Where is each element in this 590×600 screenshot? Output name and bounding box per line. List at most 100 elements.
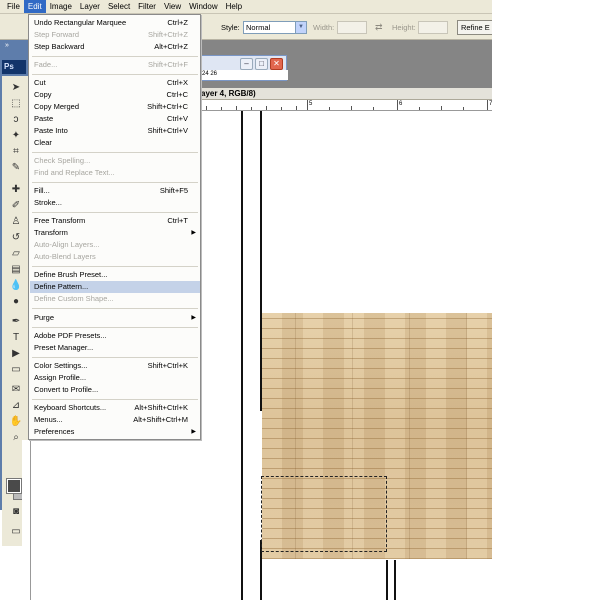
menu-item-color-settings[interactable]: Color Settings... Shift+Ctrl+K bbox=[30, 360, 200, 372]
zoom-tool-icon[interactable]: ⌕ bbox=[9, 432, 23, 444]
menu-separator bbox=[32, 357, 198, 358]
menu-item-find-replace[interactable]: Find and Replace Text... bbox=[30, 167, 200, 179]
menu-item-copy-merged[interactable]: Copy Merged Shift+Ctrl+C bbox=[30, 101, 200, 113]
quick-mask-icon[interactable]: ◙ bbox=[9, 506, 23, 518]
menu-select[interactable]: Select bbox=[104, 0, 134, 13]
eyedropper-2-icon[interactable]: ⊿ bbox=[9, 400, 23, 412]
menu-item-step-forward[interactable]: Step Forward Shift+Ctrl+Z bbox=[30, 29, 200, 41]
path-selection-icon[interactable]: ▶ bbox=[9, 348, 23, 360]
hand-tool-icon[interactable]: ✋ bbox=[9, 416, 23, 428]
menu-item-purge[interactable]: Purge ▶ bbox=[30, 312, 200, 324]
eyedropper-icon[interactable]: ✎ bbox=[9, 162, 23, 174]
menu-item-cut[interactable]: Cut Ctrl+X bbox=[30, 77, 200, 89]
blur-tool-icon[interactable]: 💧 bbox=[9, 280, 23, 292]
submenu-arrow-icon: ▶ bbox=[191, 429, 196, 435]
height-field[interactable] bbox=[418, 21, 448, 34]
healing-brush-icon[interactable]: ✚ bbox=[9, 184, 23, 196]
lasso-tool-icon[interactable]: ↄ bbox=[9, 114, 23, 126]
ruler-number: 5 bbox=[309, 101, 313, 107]
menu-item-fill[interactable]: Fill... Shift+F5 bbox=[30, 185, 200, 197]
canvas-line bbox=[394, 560, 396, 600]
minimized-document-window[interactable]: – □ ✕ 24 26 bbox=[201, 55, 288, 81]
height-label: Height: bbox=[392, 23, 416, 32]
close-icon[interactable]: ✕ bbox=[270, 58, 283, 70]
history-brush-icon[interactable]: ↺ bbox=[9, 232, 23, 244]
photoshop-logo: Ps bbox=[2, 60, 26, 74]
document-title: ayer 4, RGB/8) bbox=[201, 88, 492, 100]
brush-tool-icon[interactable]: ✐ bbox=[9, 200, 23, 212]
style-value: Normal bbox=[246, 23, 271, 32]
menu-separator bbox=[32, 308, 198, 309]
menu-separator bbox=[32, 212, 198, 213]
menu-window[interactable]: Window bbox=[185, 0, 221, 13]
menu-item-paste[interactable]: Paste Ctrl+V bbox=[30, 113, 200, 125]
gradient-tool-icon[interactable]: ▤ bbox=[9, 264, 23, 276]
menu-bar: File Edit Image Layer Select Filter View… bbox=[0, 0, 492, 14]
width-label: Width: bbox=[313, 23, 335, 32]
menu-filter[interactable]: Filter bbox=[134, 0, 160, 13]
screen-mode-icon[interactable]: ▭ bbox=[9, 526, 23, 538]
rectangular-marquee-selection[interactable] bbox=[261, 476, 387, 552]
clone-stamp-icon[interactable]: ♙ bbox=[9, 216, 23, 228]
type-tool-icon[interactable]: T bbox=[9, 332, 23, 344]
menu-item-define-pattern[interactable]: Define Pattern... bbox=[30, 281, 200, 293]
panel-grip-icon[interactable]: » bbox=[5, 42, 9, 49]
foreground-color-swatch[interactable] bbox=[6, 478, 22, 494]
eraser-tool-icon[interactable]: ▱ bbox=[9, 248, 23, 260]
menu-item-auto-align[interactable]: Auto-Align Layers... bbox=[30, 239, 200, 251]
shape-tool-icon[interactable]: ▭ bbox=[9, 364, 23, 376]
magic-wand-icon[interactable]: ✦ bbox=[9, 130, 23, 142]
menu-item-convert-profile[interactable]: Convert to Profile... bbox=[30, 384, 200, 396]
menu-item-copy[interactable]: Copy Ctrl+C bbox=[30, 89, 200, 101]
menu-item-menus[interactable]: Menus... Alt+Shift+Ctrl+M bbox=[30, 414, 200, 426]
submenu-arrow-icon: ▶ bbox=[191, 230, 196, 236]
menu-help[interactable]: Help bbox=[222, 0, 246, 13]
dodge-tool-icon[interactable]: ● bbox=[9, 296, 23, 308]
menu-edit[interactable]: Edit bbox=[23, 0, 46, 13]
menu-layer[interactable]: Layer bbox=[76, 0, 104, 13]
menu-separator bbox=[32, 74, 198, 75]
menu-file[interactable]: File bbox=[3, 0, 24, 13]
maximize-icon[interactable]: □ bbox=[255, 58, 268, 70]
style-select[interactable]: Normal ▼ bbox=[243, 21, 307, 34]
menu-image[interactable]: Image bbox=[46, 0, 76, 13]
menu-separator bbox=[32, 152, 198, 153]
canvas-line bbox=[241, 111, 243, 600]
marquee-tool-icon[interactable]: ⬚ bbox=[9, 98, 23, 110]
chevron-down-icon[interactable]: ▼ bbox=[295, 22, 306, 33]
width-field[interactable] bbox=[337, 21, 367, 34]
notes-tool-icon[interactable]: ✉ bbox=[9, 384, 23, 396]
menu-separator bbox=[32, 182, 198, 183]
menu-separator bbox=[32, 327, 198, 328]
menu-item-check-spelling[interactable]: Check Spelling... bbox=[30, 155, 200, 167]
crop-tool-icon[interactable]: ⌗ bbox=[9, 146, 23, 158]
menu-item-free-transform[interactable]: Free Transform Ctrl+T bbox=[30, 215, 200, 227]
move-tool-icon[interactable]: ➤ bbox=[9, 82, 23, 94]
menu-item-clear[interactable]: Clear bbox=[30, 137, 200, 149]
menu-item-auto-blend[interactable]: Auto-Blend Layers bbox=[30, 251, 200, 263]
menu-view[interactable]: View bbox=[160, 0, 185, 13]
style-label: Style: bbox=[221, 23, 240, 32]
menu-item-undo[interactable]: Undo Rectangular Marquee Ctrl+Z bbox=[30, 17, 200, 29]
menu-item-define-brush[interactable]: Define Brush Preset... bbox=[30, 269, 200, 281]
ruler-number: 6 bbox=[399, 101, 403, 107]
menu-item-fade[interactable]: Fade... Shift+Ctrl+F bbox=[30, 59, 200, 71]
pen-tool-icon[interactable]: ✒ bbox=[9, 316, 23, 328]
menu-item-stroke[interactable]: Stroke... bbox=[30, 197, 200, 209]
menu-item-pdf-presets[interactable]: Adobe PDF Presets... bbox=[30, 330, 200, 342]
menu-separator bbox=[32, 266, 198, 267]
swap-icon[interactable]: ⇄ bbox=[375, 22, 383, 33]
menu-item-keyboard-shortcuts[interactable]: Keyboard Shortcuts... Alt+Shift+Ctrl+K bbox=[30, 402, 200, 414]
edit-menu-dropdown: Undo Rectangular Marquee Ctrl+Z Step Forw… bbox=[28, 14, 201, 440]
canvas-line bbox=[386, 560, 388, 600]
menu-item-step-backward[interactable]: Step Backward Alt+Ctrl+Z bbox=[30, 41, 200, 53]
minimize-icon[interactable]: – bbox=[240, 58, 253, 70]
menu-item-define-custom-shape[interactable]: Define Custom Shape... bbox=[30, 293, 200, 305]
menu-item-paste-into[interactable]: Paste Into Shift+Ctrl+V bbox=[30, 125, 200, 137]
menu-item-preset-manager[interactable]: Preset Manager... bbox=[30, 342, 200, 354]
refine-edge-button[interactable]: Refine E bbox=[457, 20, 492, 35]
menu-separator bbox=[32, 399, 198, 400]
menu-item-transform[interactable]: Transform ▶ bbox=[30, 227, 200, 239]
menu-item-preferences[interactable]: Preferences ▶ bbox=[30, 426, 200, 438]
menu-item-assign-profile[interactable]: Assign Profile... bbox=[30, 372, 200, 384]
